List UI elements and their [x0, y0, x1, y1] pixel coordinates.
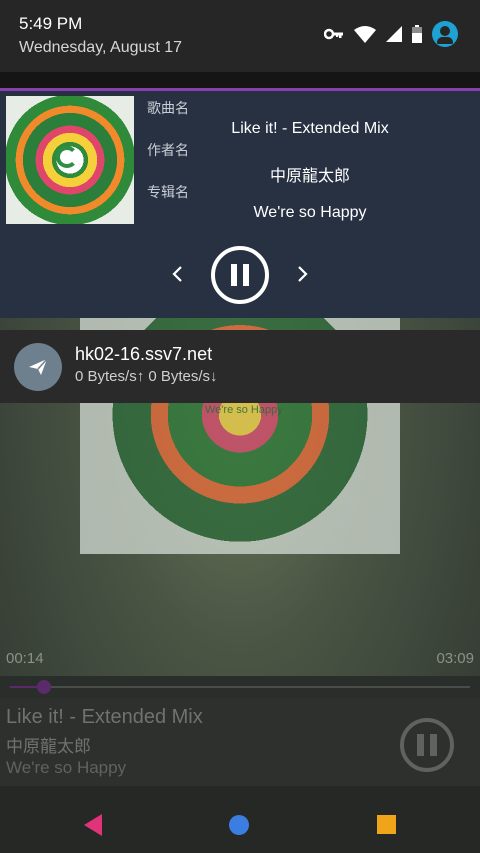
background-album-art-text: We're so Happy — [205, 404, 283, 416]
bottom-player-pause-button[interactable] — [400, 718, 454, 772]
status-bar: 5:49 PM Wednesday, August 17 — [0, 0, 480, 72]
seek-thumb[interactable] — [37, 680, 51, 694]
total-time: 03:09 — [436, 650, 474, 667]
status-time: 5:49 PM — [19, 14, 83, 33]
vpn-key-icon — [324, 28, 343, 40]
album-name: We're so Happy — [253, 204, 367, 221]
pause-icon — [231, 264, 237, 286]
proxy-host: hk02-16.ssv7.net — [75, 344, 213, 364]
artist-label: 作者名 — [147, 142, 189, 158]
battery-icon — [412, 25, 422, 43]
bottom-player-bar[interactable]: Like it! - Extended Mix 中原龍太郎 We're so H… — [0, 698, 480, 786]
paper-plane-icon — [14, 343, 62, 391]
pause-icon — [417, 734, 424, 756]
seek-track — [10, 686, 470, 688]
user-avatar-icon[interactable] — [432, 21, 458, 47]
recents-button-icon[interactable] — [377, 815, 396, 834]
bottom-player-title: Like it! - Extended Mix — [6, 706, 203, 728]
status-icons — [324, 20, 458, 48]
seek-bar[interactable] — [0, 676, 480, 698]
pause-icon — [243, 264, 249, 286]
shade-divider — [0, 72, 480, 88]
proxy-notification[interactable] — [0, 330, 480, 403]
current-time: 00:14 — [6, 650, 44, 667]
music-notification-accent — [0, 88, 480, 91]
album-logo-icon — [56, 146, 78, 168]
song-label: 歌曲名 — [147, 100, 189, 116]
cell-signal-icon — [386, 26, 402, 42]
status-date[interactable]: Wednesday, August 17 — [19, 39, 182, 57]
back-button-icon[interactable] — [84, 814, 102, 836]
wifi-icon — [354, 25, 376, 43]
next-button[interactable] — [292, 264, 312, 284]
pause-icon — [430, 734, 437, 756]
pause-button[interactable] — [211, 246, 269, 304]
chevron-left-icon — [172, 266, 182, 282]
proxy-speed: 0 Bytes/s↑ 0 Bytes/s↓ — [75, 368, 218, 385]
home-button-icon[interactable] — [229, 815, 249, 835]
chevron-right-icon — [298, 266, 308, 282]
bottom-player-album: We're so Happy — [6, 758, 127, 777]
previous-button[interactable] — [168, 264, 188, 284]
song-title: Like it! - Extended Mix — [231, 120, 389, 137]
bottom-player-artist: 中原龍太郎 — [6, 737, 91, 756]
artist-name: 中原龍太郎 — [269, 168, 350, 185]
